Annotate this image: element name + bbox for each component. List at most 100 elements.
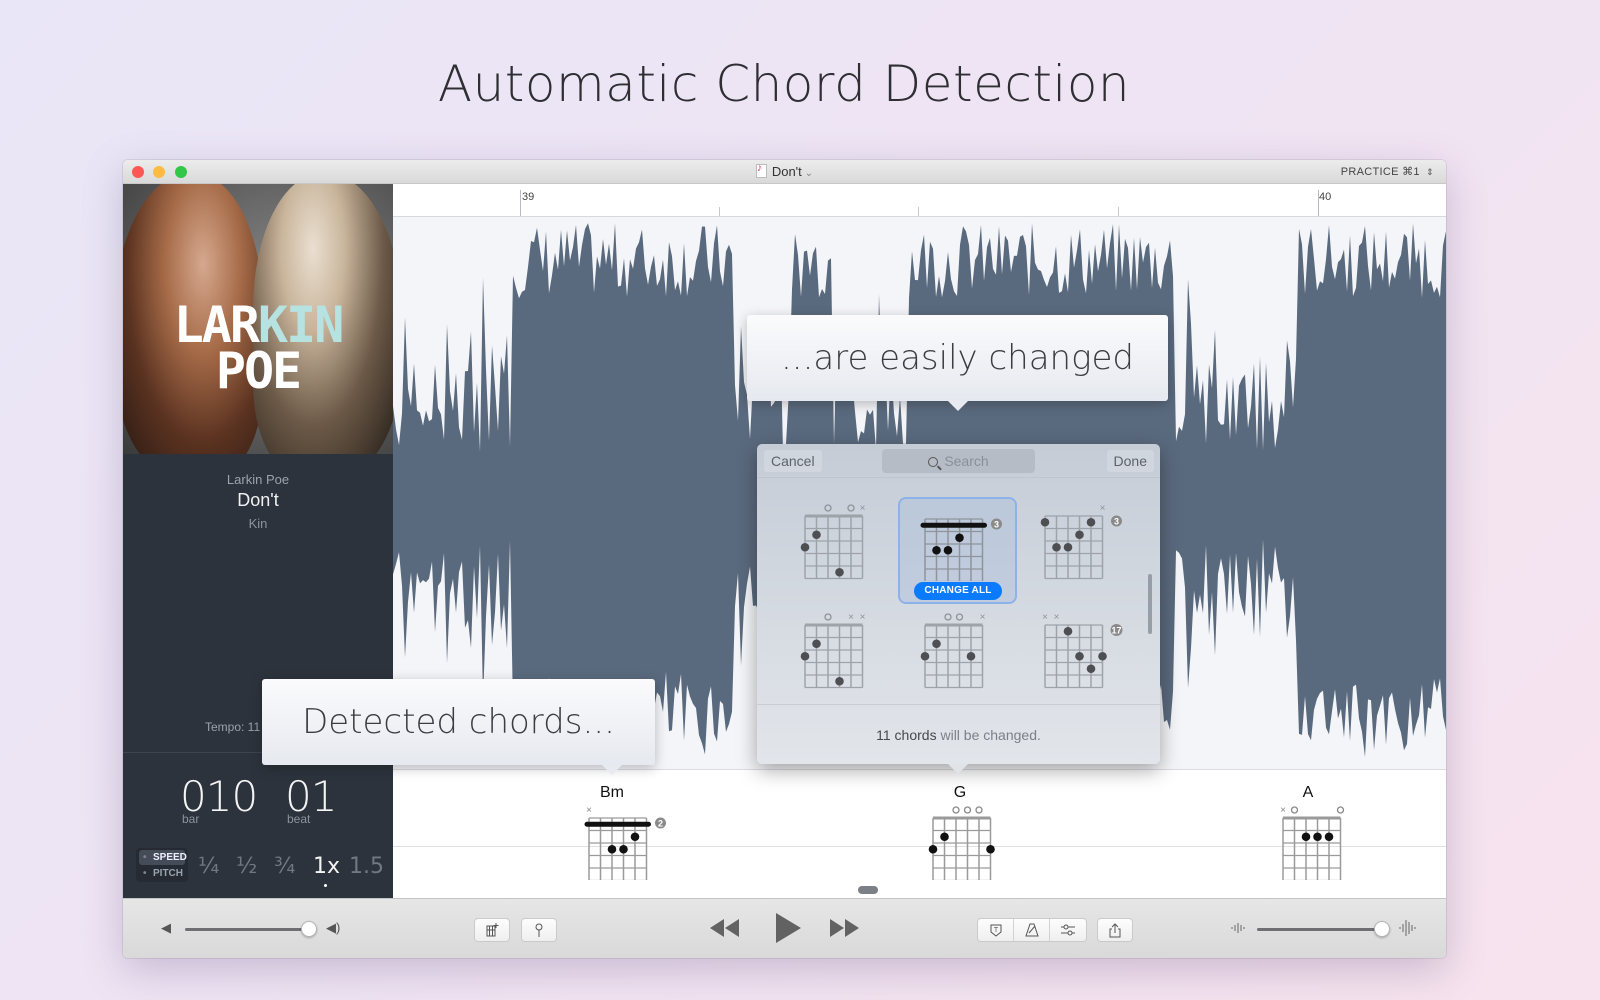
timeline-ruler[interactable]: 39 40: [393, 184, 1446, 217]
chord-diagram-a[interactable]: ×: [1273, 800, 1363, 880]
headline: Automatic Chord Detection: [437, 55, 1131, 113]
volume-slider[interactable]: [185, 928, 309, 931]
finger-dot: [928, 844, 938, 854]
ruler-tick: [1118, 207, 1119, 216]
mode-selector[interactable]: PRACTICE ⌘1 ⇕: [1341, 165, 1434, 178]
track-artist: Larkin Poe: [226, 472, 290, 487]
mode-label: PRACTICE: [1340, 166, 1399, 178]
metronome-button[interactable]: [1014, 919, 1050, 941]
fret-number: 2: [658, 819, 663, 829]
track-title: Don't: [237, 490, 279, 510]
volume-slider-knob[interactable]: [301, 921, 317, 937]
chord-picker-popover: Cancel Search Done × 3 CHANGE ALL × 3 × × …: [757, 444, 1160, 774]
ruler-tick: [1318, 190, 1319, 216]
muted-string-mark: ×: [980, 612, 986, 623]
rate-one-and-half[interactable]: 1.5: [349, 854, 384, 879]
change-all-button[interactable]: CHANGE ALL: [914, 582, 1002, 600]
beat-label: beat: [287, 812, 311, 826]
document-title-menu[interactable]: Don't⌄: [123, 162, 1446, 179]
add-chord-button[interactable]: [474, 918, 510, 942]
popover-scrollbar[interactable]: [1148, 574, 1152, 634]
waveform-zoom-slider[interactable]: [1257, 928, 1382, 931]
chord-option[interactable]: × ×: [795, 607, 885, 689]
chord-grid-plus-icon: [486, 923, 499, 937]
svg-text:T: T: [993, 927, 998, 934]
chord-diagram-bm[interactable]: ×2: [579, 800, 669, 880]
album-cover: LARKIN POE: [123, 184, 393, 454]
tuner-button[interactable]: T: [978, 919, 1014, 941]
chord-option[interactable]: ×3: [1035, 498, 1125, 580]
finger-dot: [619, 844, 628, 854]
chord-option-selected[interactable]: 3 CHANGE ALL: [898, 497, 1017, 604]
chord-search-input[interactable]: Search: [882, 449, 1035, 473]
sliders-icon: [1061, 924, 1075, 936]
finger-dot: [1098, 651, 1107, 661]
search-icon: [928, 457, 939, 467]
speed-option[interactable]: SPEED: [139, 850, 187, 865]
open-string-mark: [1290, 806, 1299, 814]
cancel-button[interactable]: Cancel: [764, 450, 822, 472]
finger-dot: [966, 651, 976, 661]
mixer-button[interactable]: [1050, 919, 1086, 941]
chord-option-diagram: 3: [920, 518, 1002, 581]
rate-quarter[interactable]: ¼: [198, 854, 219, 879]
done-button[interactable]: Done: [1106, 450, 1154, 472]
finger-dot: [630, 832, 640, 842]
share-icon: [1109, 922, 1121, 937]
finger-dot: [940, 832, 949, 842]
finger-dot: [835, 676, 844, 686]
open-string-mark: [1336, 806, 1345, 814]
open-string-mark: [944, 613, 952, 621]
rate-normal[interactable]: 1x: [313, 854, 340, 879]
muted-string-mark: ×: [860, 612, 866, 623]
finger-dot: [607, 844, 617, 854]
finger-dot: [955, 533, 964, 543]
waveform-zoom-slider-knob[interactable]: [1374, 921, 1390, 937]
chord-diagram-g[interactable]: [923, 800, 1013, 880]
finger-dot: [1086, 664, 1096, 674]
ruler-marker-39: 39: [522, 191, 535, 203]
finger-dot: [932, 639, 941, 649]
chord-option[interactable]: × × 17: [1035, 607, 1125, 689]
share-button[interactable]: [1097, 918, 1133, 942]
ruler-tick: [719, 207, 720, 216]
track-album: Kin: [248, 516, 268, 531]
finger-dot: [812, 639, 821, 649]
open-string-mark: [824, 613, 832, 621]
chord-lane[interactable]: Bm G A × 2 ×: [393, 769, 1446, 898]
waveform-small-icon: [1231, 923, 1245, 933]
sidebar: LARKIN POE Larkin Poe Don't Kin Tempo: 1…: [123, 184, 393, 898]
muted-string-mark: ×: [586, 805, 592, 816]
pitch-option[interactable]: PITCH: [139, 866, 185, 881]
bottom-toolbar: ◀ ◀) T: [123, 898, 1446, 958]
finger-dot: [1313, 832, 1322, 842]
callout-detected-chords: Detected chords...: [262, 679, 655, 775]
volume-high-icon: ◀): [326, 920, 341, 935]
muted-string-mark: ×: [1100, 503, 1106, 514]
pin-icon: [535, 923, 543, 937]
finger-dot: [800, 542, 810, 552]
open-string-mark: [975, 806, 983, 814]
rewind-button[interactable]: [708, 913, 742, 943]
waveform-large-icon: [1399, 920, 1416, 936]
bar-label: bar: [182, 812, 200, 826]
rate-selected-indicator: [324, 884, 327, 887]
open-string-mark: [963, 806, 972, 814]
finger-dot: [1075, 651, 1084, 661]
volume-low-icon: ◀: [161, 920, 171, 935]
speed-pitch-toggle[interactable]: SPEED PITCH: [136, 848, 188, 882]
fret-number: 3: [994, 520, 999, 530]
chord-option[interactable]: ×: [915, 607, 1005, 689]
finger-dot: [1086, 517, 1096, 527]
rate-three-quarter[interactable]: ¾: [274, 854, 295, 879]
marker-button[interactable]: [521, 918, 557, 942]
ruler-tick: [520, 190, 521, 216]
fast-forward-button[interactable]: [828, 913, 862, 943]
chord-option[interactable]: ×: [795, 498, 885, 580]
play-button[interactable]: [773, 911, 803, 945]
lane-resize-handle[interactable]: [858, 886, 878, 894]
ruler-tick: [918, 207, 919, 216]
finger-dot: [1301, 832, 1311, 842]
rate-half[interactable]: ½: [236, 854, 257, 879]
open-string-mark: [847, 504, 855, 512]
